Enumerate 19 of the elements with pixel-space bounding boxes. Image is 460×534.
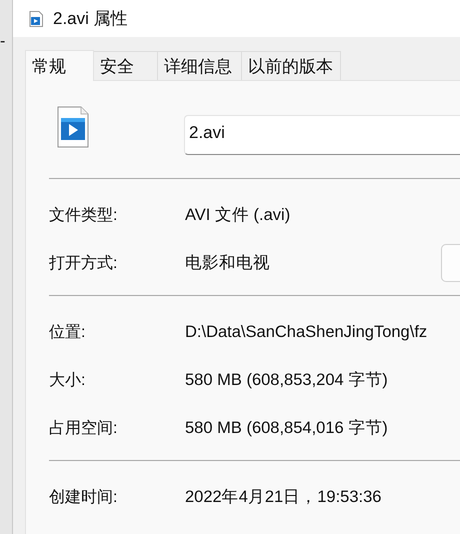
video-file-icon <box>28 10 44 26</box>
property-label: 文件类型: <box>49 206 118 226</box>
property-value: 电影和电视 <box>185 253 270 274</box>
property-label: 创建时间: <box>49 488 118 508</box>
window-title: 2.avi 属性 <box>53 8 128 30</box>
tab[interactable]: 常规 <box>25 50 94 81</box>
property-value: D:\Data\SanChaShenJingTong\fz <box>185 322 428 342</box>
property-value: 580 MB (608,853,204 字节) <box>185 370 388 391</box>
property-label: 占用空间: <box>49 418 118 438</box>
background-text: - <box>0 33 6 51</box>
property-value: 580 MB (608,854,016 字节) <box>185 418 388 439</box>
tab[interactable]: 以前的版本 <box>241 51 341 80</box>
video-file-icon <box>57 106 89 148</box>
property-label: 位置: <box>49 322 86 342</box>
property-label: 打开方式: <box>49 254 118 274</box>
property-label: 大小: <box>49 370 86 390</box>
file-name-field[interactable]: 2.avi <box>184 115 460 155</box>
property-value: 2022年4月21日，19:53:36 <box>185 487 382 508</box>
property-value: AVI 文件 (.avi) <box>185 205 290 226</box>
